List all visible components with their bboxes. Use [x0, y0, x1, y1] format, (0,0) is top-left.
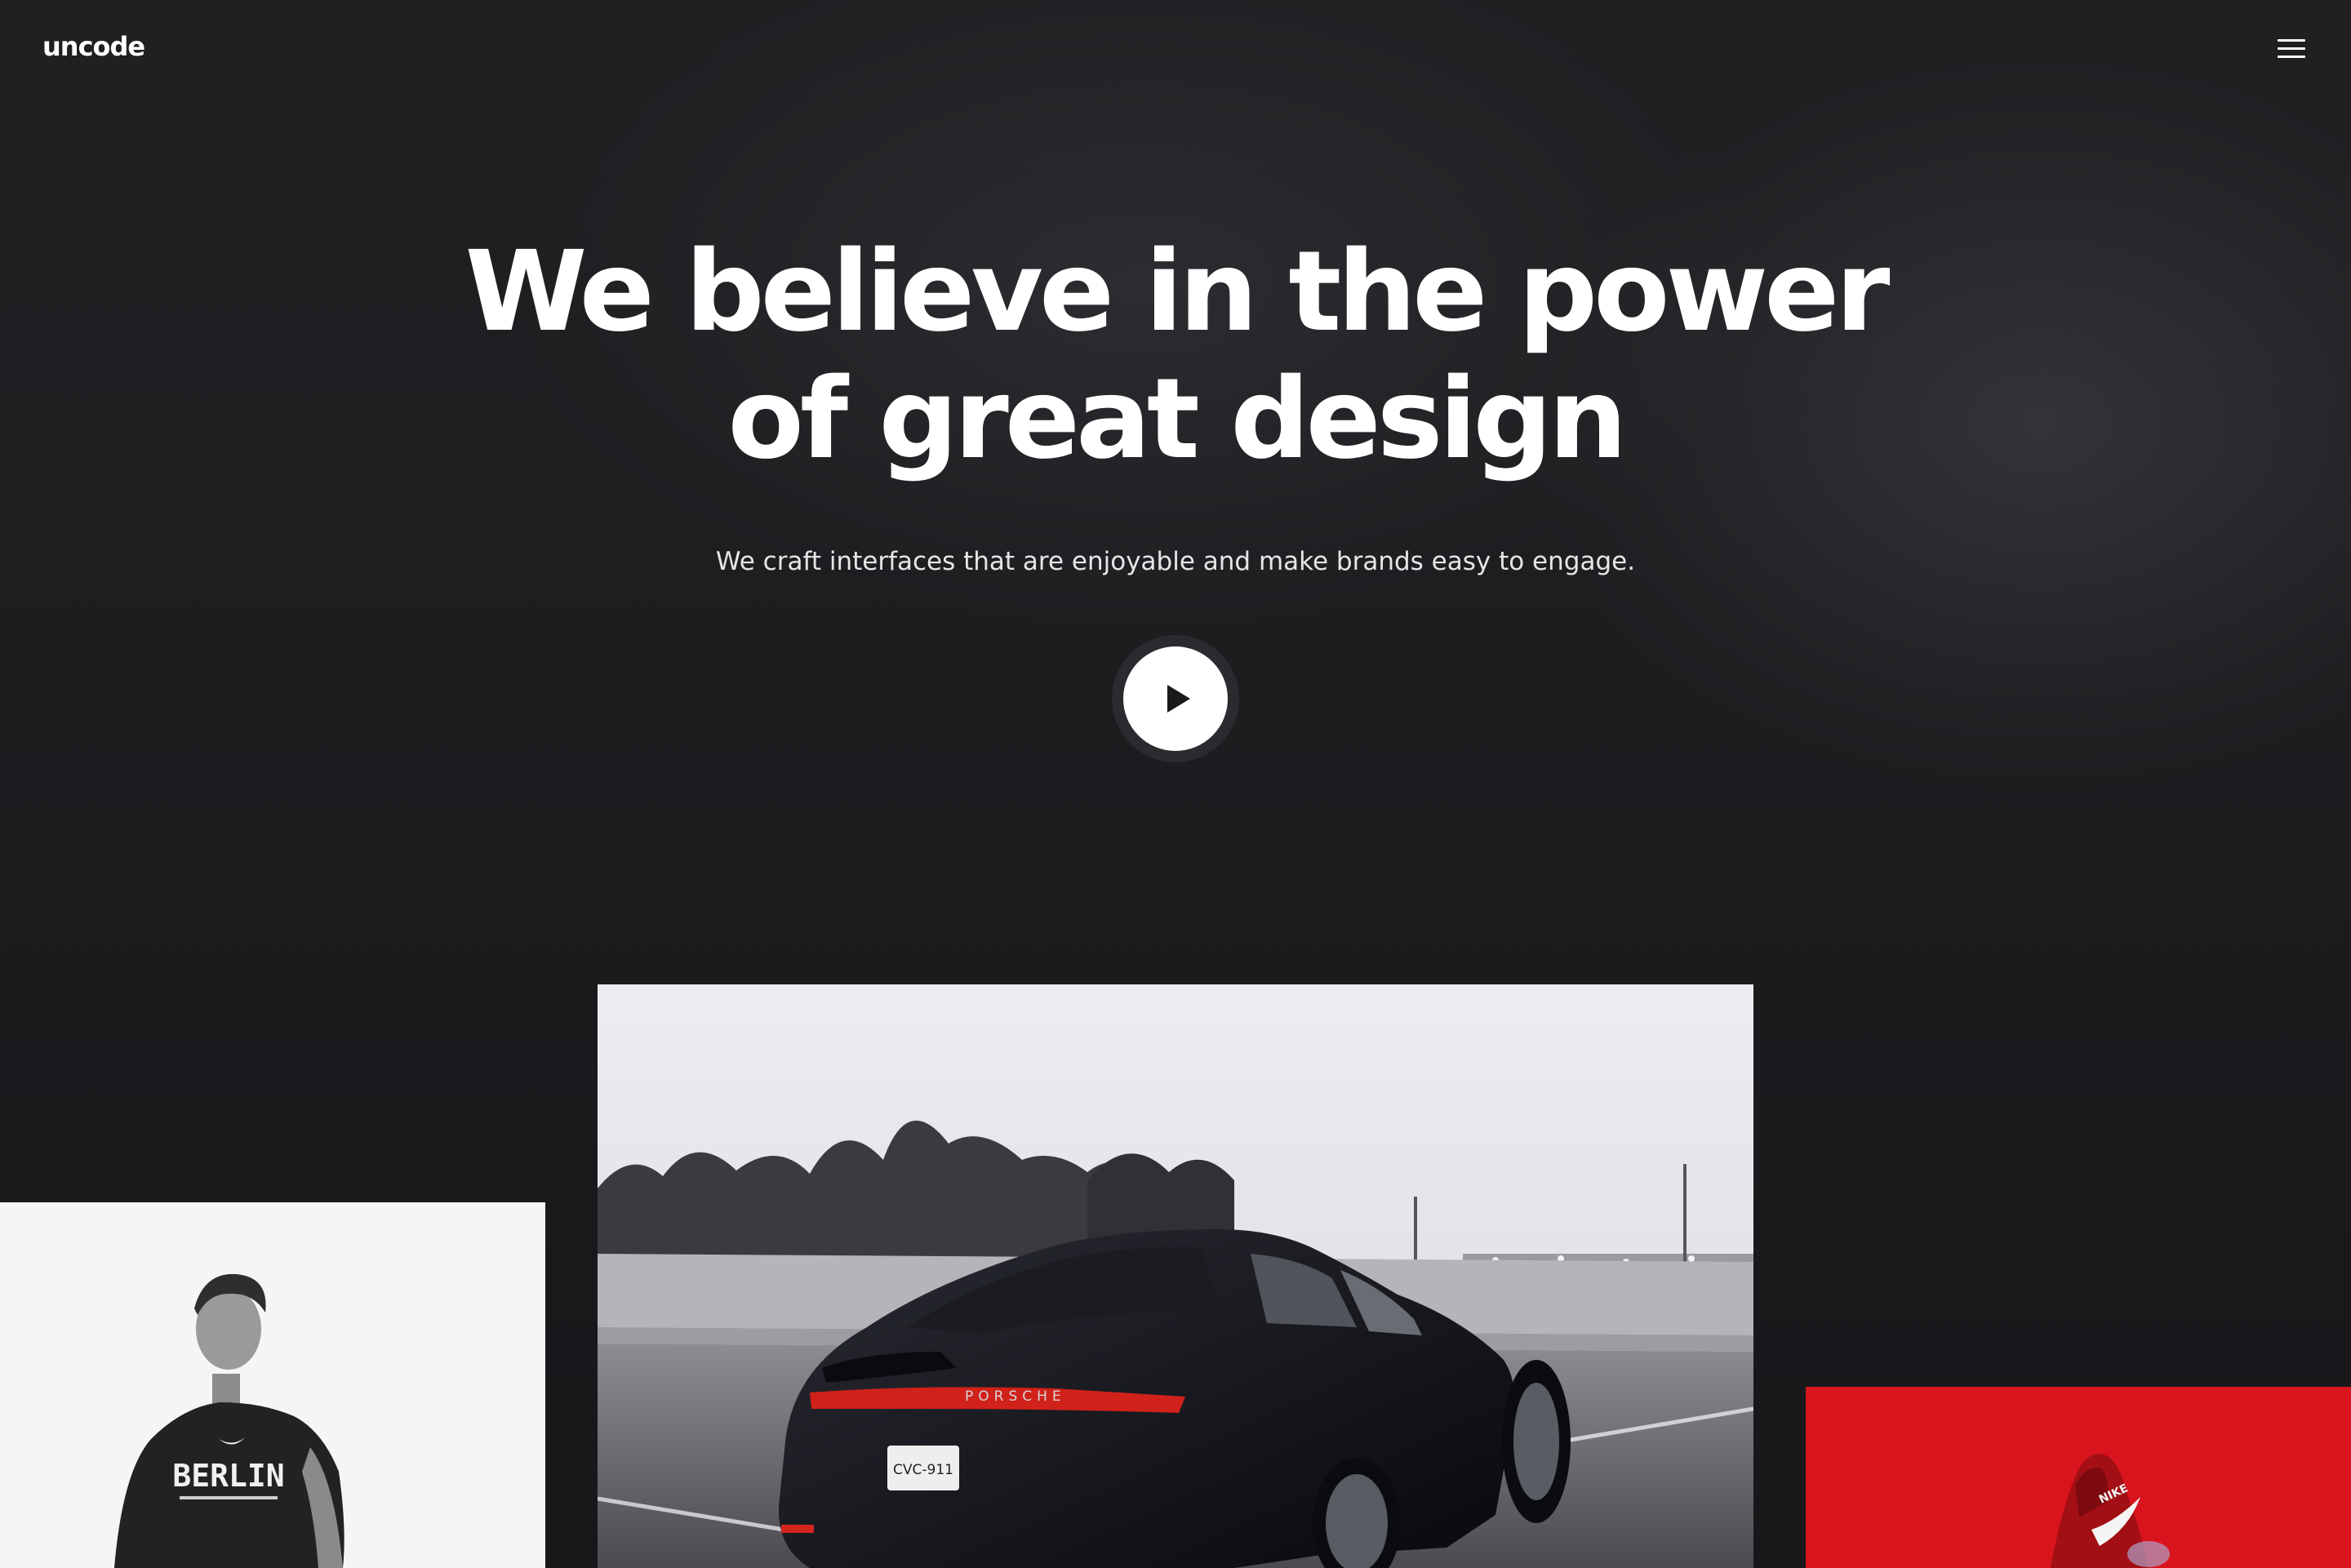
site-header: uncode: [0, 0, 2351, 98]
portfolio-card-shoe[interactable]: NIKE: [1806, 1387, 2351, 1568]
hero-title: We believe in the power of great design: [0, 229, 2351, 483]
menu-line: [2278, 47, 2305, 50]
person-photo-image: BERLIN: [0, 1202, 545, 1568]
shirt-text: BERLIN: [172, 1458, 284, 1494]
play-icon: [1167, 685, 1190, 713]
portfolio-card-car[interactable]: CVC-911 PORSCHE: [598, 984, 1753, 1568]
play-button-circle: [1123, 646, 1228, 751]
menu-line: [2278, 39, 2305, 42]
car-brand-text: PORSCHE: [965, 1388, 1066, 1405]
hero-subtitle: We craft interfaces that are enjoyable a…: [715, 547, 1636, 576]
car-photo-image: CVC-911 PORSCHE: [598, 984, 1753, 1568]
car-plate-text: CVC-911: [893, 1462, 953, 1478]
menu-line: [2278, 56, 2305, 58]
site-logo[interactable]: uncode: [42, 31, 145, 62]
page: uncode We believe in the power of great …: [0, 0, 2351, 1568]
play-video-button[interactable]: [1112, 635, 1239, 762]
hero-title-line-1: We believe in the power: [464, 228, 1891, 357]
hamburger-menu-icon[interactable]: [2276, 36, 2307, 60]
shoe-photo-image: NIKE: [1806, 1387, 2351, 1568]
portfolio-card-person[interactable]: BERLIN: [0, 1202, 545, 1568]
hero-title-line-2: of great design: [727, 355, 1627, 484]
